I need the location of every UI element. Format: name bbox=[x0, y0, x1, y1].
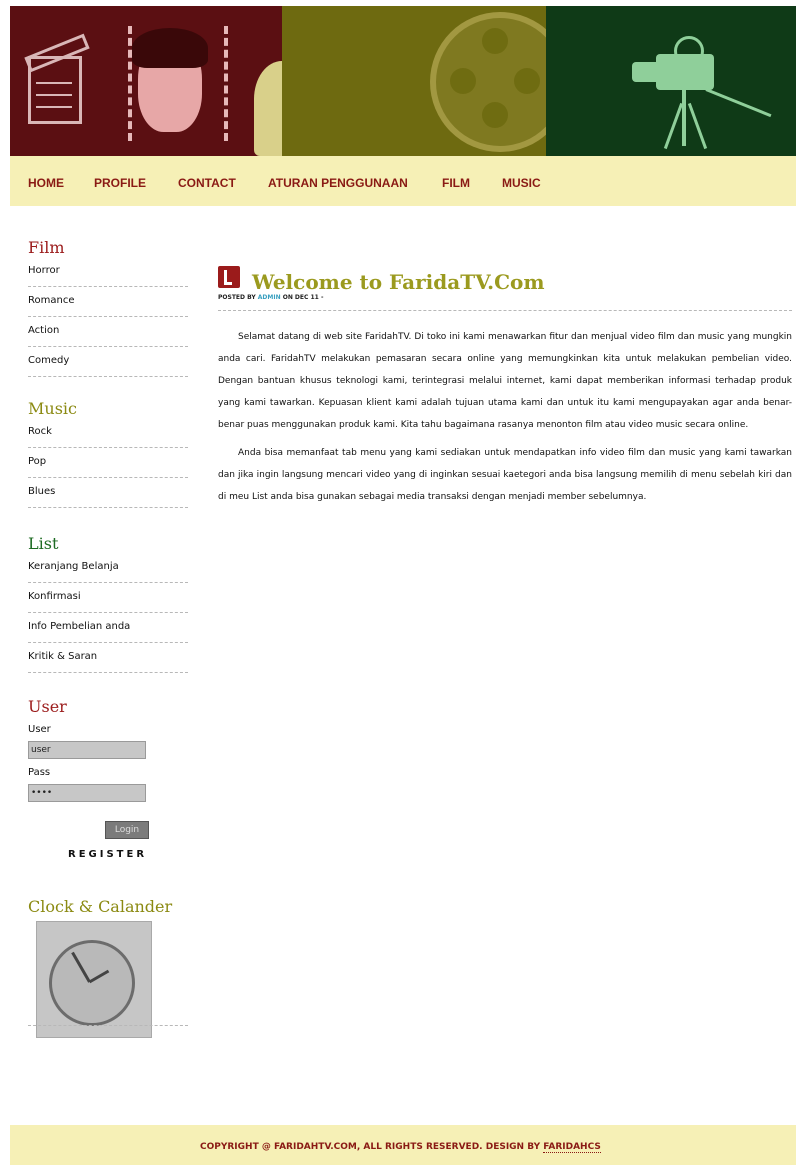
music-category-list: Rock Pop Blues bbox=[28, 418, 188, 508]
nav-contact[interactable]: CONTACT bbox=[178, 176, 236, 190]
clock-widget bbox=[36, 921, 152, 1038]
sidebar-item-kritik-saran[interactable]: Kritik & Saran bbox=[28, 643, 188, 673]
banner-panel-cinema bbox=[10, 6, 282, 156]
reel-hole bbox=[482, 28, 508, 54]
sidebar-item-blues[interactable]: Blues bbox=[28, 478, 188, 508]
banner-panel-camera bbox=[546, 6, 796, 156]
tripod-graphic bbox=[682, 90, 686, 146]
nav-aturan-penggunaan[interactable]: ATURAN PENGGUNAAN bbox=[268, 176, 408, 190]
sidebar-list-heading: List bbox=[28, 534, 59, 553]
clapperboard-icon bbox=[28, 56, 82, 124]
post-paragraph: Anda bisa memanfaat tab menu yang kami s… bbox=[218, 448, 792, 502]
sidebar-clock-heading: Clock & Calander bbox=[28, 897, 173, 916]
post-title: Welcome to FaridaTV.Com bbox=[252, 270, 545, 294]
pass-label: Pass bbox=[28, 767, 51, 778]
nav-film[interactable]: FILM bbox=[442, 176, 470, 190]
password-input[interactable] bbox=[28, 784, 146, 802]
tripod-arm bbox=[705, 88, 772, 118]
sidebar-item-konfirmasi[interactable]: Konfirmasi bbox=[28, 583, 188, 613]
transaction-list: Keranjang Belanja Konfirmasi Info Pembel… bbox=[28, 553, 188, 673]
sidebar-music-heading: Music bbox=[28, 399, 77, 418]
meta-suffix: ON DEC 11 - bbox=[282, 294, 324, 301]
divider bbox=[218, 310, 792, 311]
tripod-leg bbox=[687, 102, 708, 150]
sidebar-item-pop[interactable]: Pop bbox=[28, 448, 188, 478]
sidebar-item-comedy[interactable]: Comedy bbox=[28, 347, 188, 377]
header-banner bbox=[10, 6, 796, 156]
user-label: User bbox=[28, 724, 51, 735]
movie-camera-icon bbox=[656, 54, 714, 90]
sidebar-item-romance[interactable]: Romance bbox=[28, 287, 188, 317]
user-login-panel: User User Pass Login REGISTER bbox=[28, 697, 188, 897]
sidebar-item-info-pembelian[interactable]: Info Pembelian anda bbox=[28, 613, 188, 643]
tripod-leg bbox=[663, 102, 684, 150]
clapperboard-line bbox=[36, 94, 72, 96]
sidebar-item-horror[interactable]: Horror bbox=[28, 257, 188, 287]
clapperboard-line bbox=[36, 82, 72, 84]
nav-profile[interactable]: PROFILE bbox=[94, 176, 146, 190]
username-input[interactable] bbox=[28, 741, 146, 759]
main-nav: HOME PROFILE CONTACT ATURAN PENGGUNAAN F… bbox=[10, 156, 796, 206]
meta-author-link[interactable]: ADMIN bbox=[258, 294, 281, 301]
camera-lens-icon bbox=[632, 62, 658, 82]
post-paragraph: Selamat datang di web site FaridahTV. Di… bbox=[218, 332, 792, 430]
actress-hair-graphic bbox=[132, 28, 208, 68]
clapperboard-line bbox=[36, 106, 72, 108]
sidebar: Film Horror Romance Action Comedy Music … bbox=[28, 238, 188, 1047]
designer-link[interactable]: FARIDAHCS bbox=[543, 1142, 601, 1153]
post-icon bbox=[218, 266, 240, 288]
nav-music[interactable]: MUSIC bbox=[502, 176, 541, 190]
meta-prefix: POSTED BY bbox=[218, 294, 256, 301]
clock-panel: Clock & Calander bbox=[28, 897, 188, 1047]
divider bbox=[28, 1025, 188, 1026]
reel-hole bbox=[514, 68, 540, 94]
reel-hole bbox=[482, 102, 508, 128]
sidebar-item-keranjang-belanja[interactable]: Keranjang Belanja bbox=[28, 553, 188, 583]
nav-home[interactable]: HOME bbox=[28, 176, 64, 190]
clock-face-icon bbox=[49, 940, 135, 1026]
post-meta: POSTED BY ADMIN ON DEC 11 - bbox=[218, 294, 323, 301]
sidebar-film-heading: Film bbox=[28, 238, 65, 257]
cameraman-graphic bbox=[254, 61, 282, 156]
footer-copyright: COPYRIGHT @ FARIDAHTV.COM, ALL RIGHTS RE… bbox=[200, 1142, 601, 1153]
footer: COPYRIGHT @ FARIDAHTV.COM, ALL RIGHTS RE… bbox=[10, 1125, 796, 1165]
film-reel-icon bbox=[430, 12, 546, 152]
sidebar-item-action[interactable]: Action bbox=[28, 317, 188, 347]
sidebar-user-heading: User bbox=[28, 697, 67, 716]
sidebar-item-rock[interactable]: Rock bbox=[28, 418, 188, 448]
film-category-list: Horror Romance Action Comedy bbox=[28, 257, 188, 377]
copyright-text: COPYRIGHT @ FARIDAHTV.COM, ALL RIGHTS RE… bbox=[200, 1142, 544, 1152]
post-body: Selamat datang di web site FaridahTV. Di… bbox=[218, 326, 792, 514]
banner-panel-reel bbox=[282, 6, 546, 156]
register-link[interactable]: REGISTER bbox=[68, 849, 147, 860]
reel-hole bbox=[450, 68, 476, 94]
login-button[interactable]: Login bbox=[105, 821, 149, 839]
